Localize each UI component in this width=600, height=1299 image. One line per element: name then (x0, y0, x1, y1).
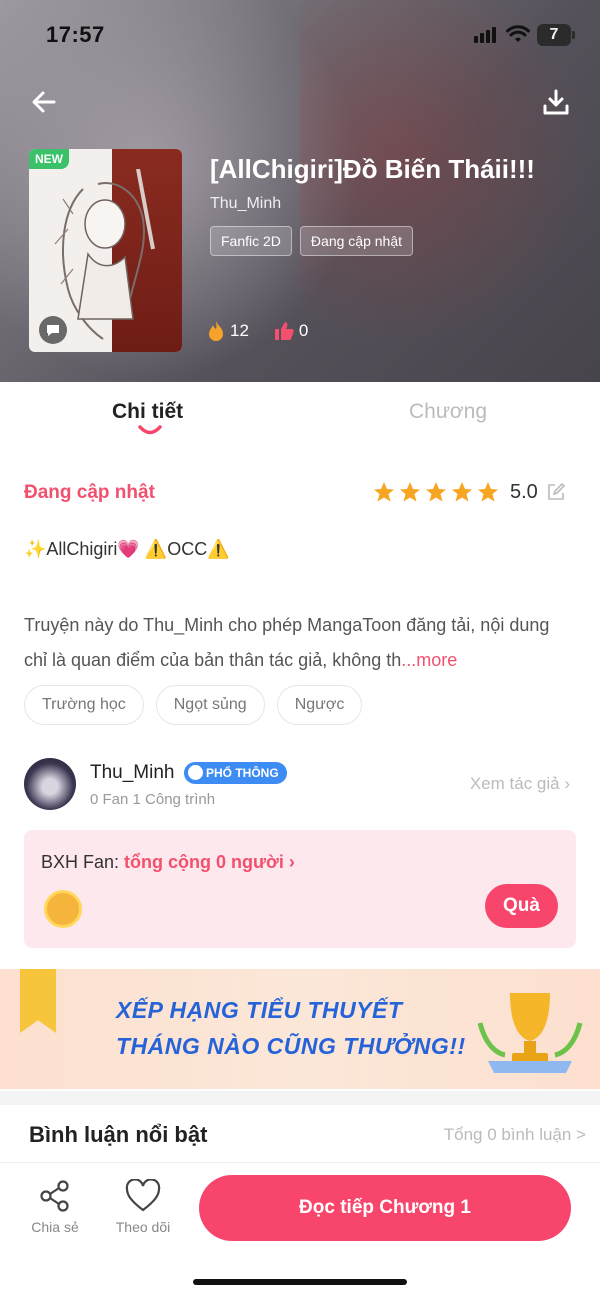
section-divider (0, 1091, 600, 1105)
fan-ranking-box: BXH Fan: tổng cộng 0 người › Quà (24, 830, 576, 948)
star-icon (452, 482, 472, 502)
star-icon (400, 482, 420, 502)
cover-image[interactable]: NEW (29, 149, 182, 352)
comic-stats: 12 0 (206, 320, 308, 342)
thumbs-up-icon (274, 322, 294, 340)
back-arrow-icon[interactable] (28, 86, 60, 118)
share-label: Chia sẻ (31, 1219, 79, 1235)
fan-ranking-label: BXH Fan: (41, 852, 125, 872)
author-level-text: PHỔ THÔNG (206, 766, 279, 780)
follow-label: Theo dõi (115, 1219, 171, 1235)
gift-button[interactable]: Quà (485, 884, 558, 928)
trophy-icon (477, 993, 583, 1073)
water-drop-icon (188, 765, 203, 780)
genre-chip[interactable]: Ngược (276, 685, 363, 725)
fire-count: 12 (230, 321, 249, 340)
banner-line1: XẾP HẠNG TIỂU THUYẾT (116, 997, 403, 1023)
see-author-link[interactable]: Xem tác giả › (470, 774, 570, 794)
description-text: Truyện này do Thu_Minh cho phép MangaToo… (24, 608, 576, 678)
fan-ranking-total: tổng cộng 0 người › (124, 852, 295, 872)
comic-detail-screen: 17:57 7 NEW [AllChigiri]Đồ Biến Tháii!!!… (0, 0, 600, 1299)
promo-banner[interactable]: XẾP HẠNG TIỂU THUYẾT THÁNG NÀO CŨNG THƯỞ… (0, 969, 600, 1089)
comic-author[interactable]: Thu_Minh (210, 195, 281, 213)
author-card[interactable]: Thu_Minh PHỔ THÔNG 0 Fan 1 Công trình Xe… (24, 758, 576, 814)
fan-avatar[interactable] (44, 890, 82, 928)
share-icon (40, 1180, 69, 1212)
tag-status[interactable]: Đang cập nhật (299, 226, 413, 256)
ribbon-decoration (20, 969, 56, 1033)
wifi-icon (506, 25, 530, 42)
comment-bubble-icon (39, 316, 67, 344)
update-status: Đang cập nhật (24, 482, 155, 503)
more-link[interactable]: ...more (401, 650, 457, 670)
genre-chip[interactable]: Trường học (24, 685, 144, 725)
rating-score: 5.0 (510, 480, 538, 503)
new-badge: NEW (29, 149, 69, 169)
genre-chips: Trường học Ngọt sủng Ngược (24, 685, 363, 725)
rating[interactable]: 5.0 (372, 480, 566, 504)
fire-icon (209, 321, 223, 341)
like-count: 0 (298, 321, 309, 340)
description-headline: ✨AllChigiri💗 ⚠️OCC⚠️ (24, 539, 230, 559)
status-bar: 17:57 7 (0, 0, 600, 70)
tab-chapters[interactable]: Chương (409, 400, 487, 424)
fan-ranking-link[interactable]: BXH Fan: tổng cộng 0 người › (41, 852, 295, 873)
share-button[interactable]: Chia sẻ (25, 1179, 85, 1235)
comic-title: [AllChigiri]Đồ Biến Tháii!!! (210, 154, 535, 184)
cellular-signal-icon (474, 27, 496, 43)
tag-category[interactable]: Fanfic 2D (210, 226, 292, 256)
comments-total-link[interactable]: Tổng 0 bình luận > (444, 1125, 586, 1145)
star-icon (374, 482, 394, 502)
battery-icon: 7 (537, 24, 575, 46)
like-stat[interactable]: 0 (273, 320, 308, 342)
author-level-badge: PHỔ THÔNG (184, 762, 287, 784)
heart-icon (125, 1179, 161, 1212)
home-indicator (193, 1279, 407, 1285)
bottom-action-bar: Chia sẻ Theo dõi Đọc tiếp Chương 1 (0, 1162, 600, 1299)
active-tab-indicator (138, 425, 162, 435)
follow-button[interactable]: Theo dõi (113, 1179, 173, 1235)
star-icon (426, 482, 446, 502)
edit-rating-icon[interactable] (546, 482, 566, 502)
header-hero: 17:57 7 NEW [AllChigiri]Đồ Biến Tháii!!!… (0, 0, 600, 382)
comments-title: Bình luận nổi bật (29, 1122, 208, 1147)
status-time: 17:57 (46, 22, 105, 47)
genre-chip[interactable]: Ngọt sủng (155, 685, 265, 725)
banner-line2: THÁNG NÀO CŨNG THƯỞNG!! (116, 1033, 466, 1059)
star-icon (478, 482, 498, 502)
download-icon[interactable] (540, 86, 572, 118)
tab-bar: Chi tiết Chương (0, 382, 600, 442)
tab-details[interactable]: Chi tiết (112, 400, 183, 424)
author-meta: 0 Fan 1 Công trình (90, 791, 216, 808)
comic-tags: Fanfic 2D Đang cập nhật (210, 226, 413, 256)
description-body: Truyện này do Thu_Minh cho phép MangaToo… (24, 615, 550, 670)
author-avatar[interactable] (24, 758, 76, 810)
author-name[interactable]: Thu_Minh (90, 762, 175, 784)
fire-stat[interactable]: 12 (206, 320, 249, 342)
continue-reading-button[interactable]: Đọc tiếp Chương 1 (199, 1175, 571, 1241)
